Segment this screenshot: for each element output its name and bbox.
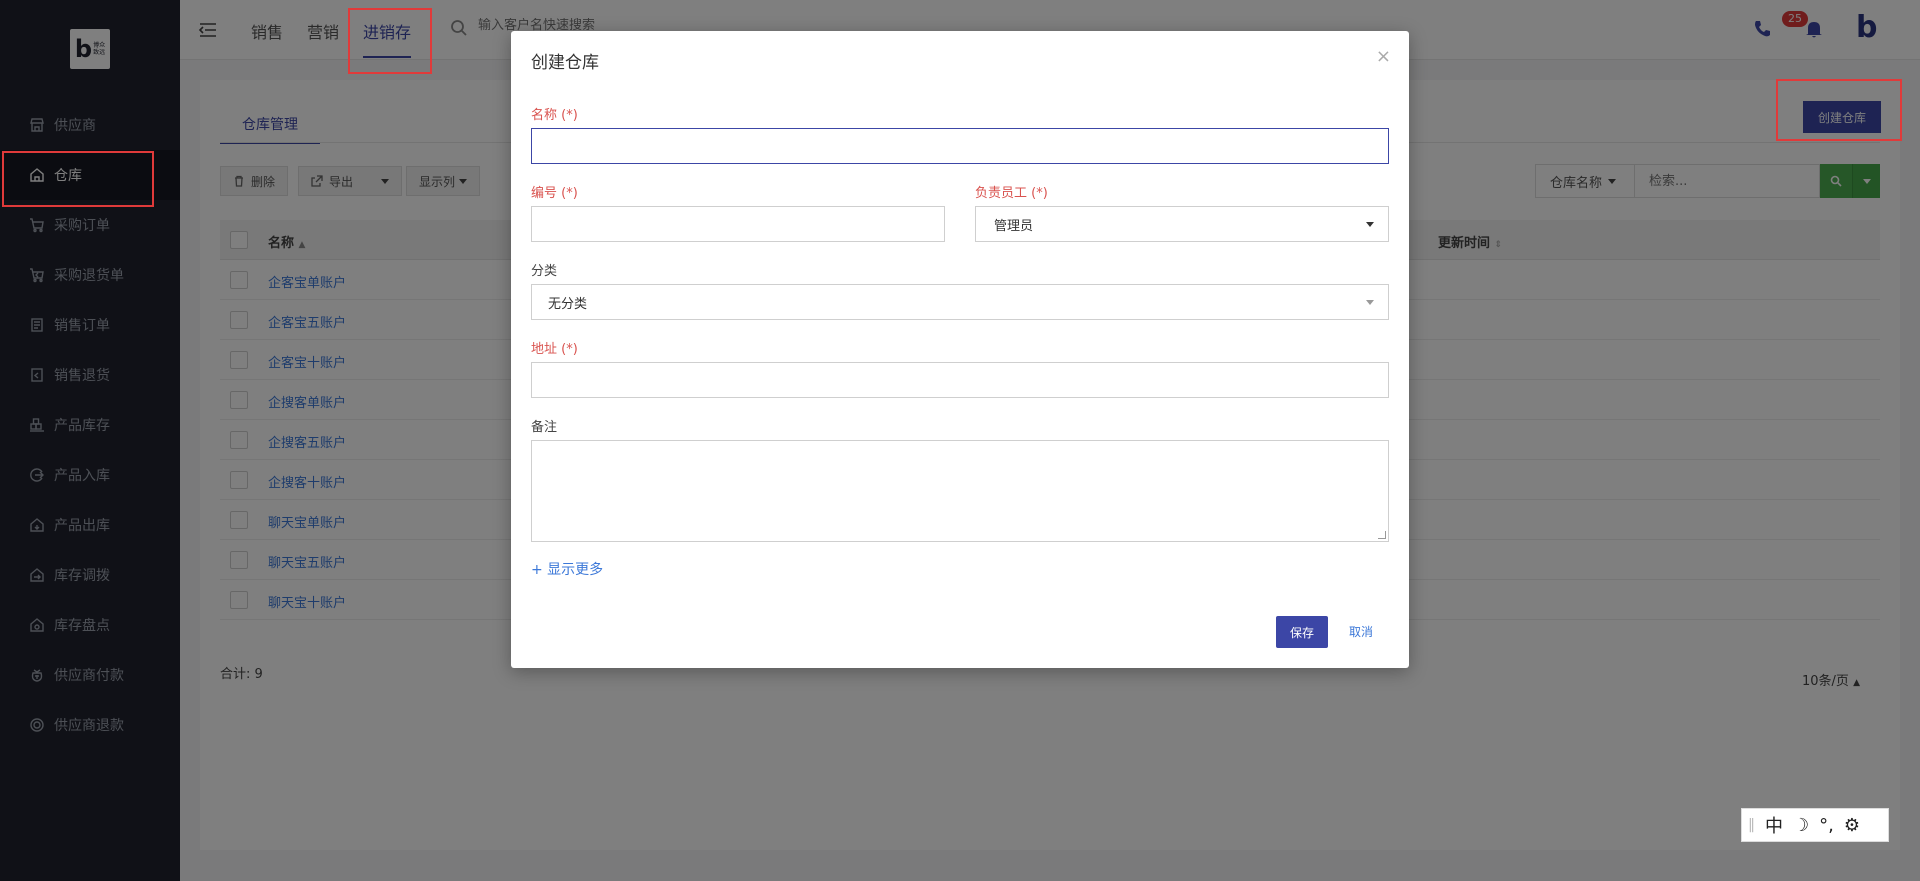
ime-language-toggle[interactable]: 中: [1765, 812, 1783, 838]
code-label: 编号 (*): [531, 186, 578, 201]
address-field[interactable]: [531, 362, 1389, 398]
cancel-button[interactable]: 取消: [1349, 623, 1373, 640]
drag-handle-icon[interactable]: ‖: [1748, 817, 1755, 833]
show-more-link[interactable]: + 显示更多: [531, 559, 603, 579]
owner-select[interactable]: 管理员: [975, 206, 1389, 242]
save-button[interactable]: 保存: [1276, 616, 1328, 648]
moon-icon[interactable]: ☽: [1793, 815, 1809, 836]
note-label: 备注: [531, 420, 558, 435]
resize-handle[interactable]: [1378, 531, 1386, 539]
ime-toolbar: ‖ 中 ☽ °, ⚙: [1741, 808, 1889, 842]
name-label: 名称 (*): [531, 108, 578, 123]
chevron-down-icon: [1366, 300, 1374, 305]
close-icon[interactable]: ×: [1376, 46, 1391, 67]
modal-title: 创建仓库: [531, 53, 599, 73]
gear-icon[interactable]: ⚙: [1844, 815, 1860, 836]
category-label: 分类: [531, 264, 558, 279]
create-warehouse-modal: 创建仓库 × 名称 (*) 编号 (*) 负责员工 (*) 管理员 分类 无分类…: [511, 31, 1409, 668]
address-label: 地址 (*): [531, 342, 578, 357]
highlight-create-button: [1776, 79, 1902, 141]
highlight-warehouse-menu: [2, 151, 154, 207]
code-field[interactable]: [531, 206, 945, 242]
ime-punctuation-toggle[interactable]: °,: [1819, 815, 1834, 836]
chevron-down-icon: [1366, 222, 1374, 227]
highlight-inventory-tab: [348, 8, 432, 74]
note-textarea[interactable]: [531, 440, 1389, 542]
name-field[interactable]: [531, 128, 1389, 164]
owner-label: 负责员工 (*): [975, 186, 1048, 201]
category-select[interactable]: 无分类: [531, 284, 1389, 320]
